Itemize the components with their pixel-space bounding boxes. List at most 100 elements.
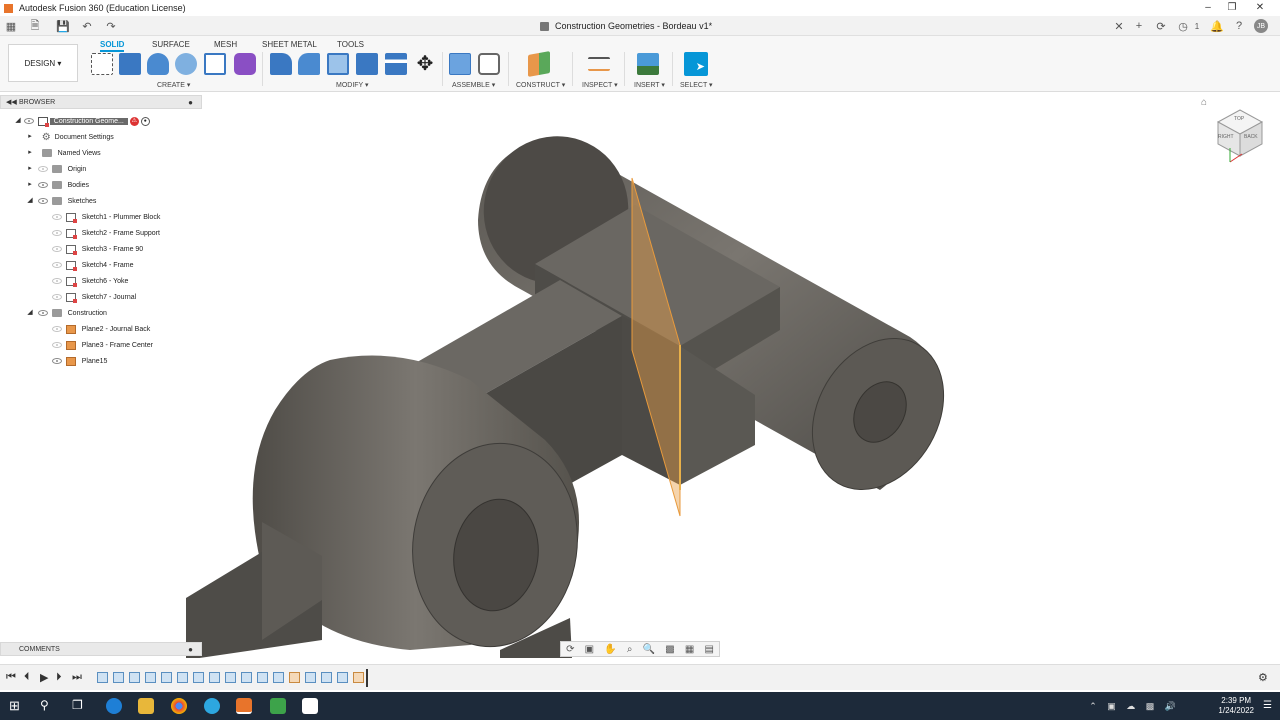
activate-radio-icon[interactable]: ● — [140, 116, 150, 126]
tab-solid[interactable]: SOLID — [100, 40, 125, 52]
camtasia-icon[interactable] — [270, 698, 286, 714]
browser-item-named-views[interactable]: ▸ Named Views — [26, 146, 101, 160]
pan-icon[interactable]: ✋ — [604, 644, 616, 655]
combine-icon[interactable] — [356, 53, 378, 75]
browser-item-sketches[interactable]: ◢ Sketches — [26, 194, 96, 208]
tab-surface[interactable]: SURFACE — [152, 40, 190, 49]
tab-sheet-metal[interactable]: SHEET METAL — [262, 40, 317, 49]
timeline-feature[interactable] — [193, 672, 204, 683]
timeline-play-icon[interactable]: ▶ — [40, 671, 48, 684]
clock[interactable]: 2:39 PM 1/24/2022 — [1218, 696, 1254, 716]
timeline-feature[interactable] — [145, 672, 156, 683]
timeline-feature[interactable] — [129, 672, 140, 683]
tab-tools[interactable]: TOOLS — [337, 40, 364, 49]
new-component-icon[interactable] — [449, 53, 471, 75]
user-avatar[interactable]: JB — [1254, 19, 1268, 33]
fusion-360-taskbar-icon[interactable] — [236, 698, 252, 714]
collapse-browser-icon[interactable]: ◀◀ — [6, 98, 17, 106]
browser-root[interactable]: ◢ Construction Geome... ⚠ ● — [14, 114, 150, 128]
timeline-feature[interactable] — [321, 672, 332, 683]
online-status-icon[interactable]: ⟳ — [1154, 19, 1168, 33]
visibility-eye-icon[interactable] — [37, 198, 48, 204]
tab-mesh[interactable]: MESH — [214, 40, 237, 49]
timeline-forward-icon[interactable]: ⏵ — [56, 671, 62, 684]
browser-item-origin[interactable]: ▸ Origin — [26, 162, 86, 176]
expand-icon[interactable]: ▸ — [26, 181, 34, 189]
root-component-label[interactable]: Construction Geome... — [49, 117, 128, 125]
grid-settings-icon[interactable]: ▦ — [685, 644, 694, 655]
edge-icon[interactable] — [204, 698, 220, 714]
measure-icon[interactable] — [588, 57, 610, 71]
insert-image-icon[interactable] — [637, 53, 659, 75]
new-tab-icon[interactable]: + — [1132, 19, 1146, 33]
sketch-item[interactable]: Sketch3 - Frame 90 — [52, 242, 143, 256]
create-group-label[interactable]: CREATE ▾ — [157, 81, 190, 89]
orbit-icon[interactable]: ⟳ — [566, 644, 574, 655]
viewcube-right-label[interactable]: RIGHT — [1218, 134, 1234, 140]
sketch-item[interactable]: Sketch4 - Frame — [52, 258, 133, 272]
select-group-label[interactable]: SELECT ▾ — [680, 81, 713, 89]
collapse-icon[interactable]: ◢ — [26, 309, 34, 317]
close-button[interactable]: ✕ — [1248, 0, 1272, 16]
collapse-icon[interactable]: ◢ — [26, 197, 34, 205]
visibility-eye-icon[interactable] — [52, 358, 62, 364]
file-menu-icon[interactable]: 🗎 — [28, 19, 42, 33]
timeline-feature[interactable] — [305, 672, 316, 683]
sketch-item[interactable]: Sketch1 - Plummer Block — [52, 210, 160, 224]
task-view-icon[interactable]: ❐ — [72, 698, 83, 712]
sketch-item[interactable]: Sketch7 - Journal — [52, 290, 136, 304]
visibility-eye-icon[interactable] — [37, 310, 48, 316]
search-icon[interactable]: ⚲ — [40, 698, 49, 712]
assemble-group-label[interactable]: ASSEMBLE ▾ — [452, 81, 495, 89]
comments-panel[interactable]: COMMENTS ● — [0, 642, 202, 656]
display-settings-icon[interactable]: ▩ — [665, 644, 674, 655]
browser-header[interactable]: ◀◀ BROWSER ● — [0, 95, 202, 109]
visibility-eye-icon[interactable] — [37, 182, 48, 188]
expand-icon[interactable]: ▸ — [26, 133, 34, 141]
help-icon[interactable]: ? — [1232, 19, 1246, 33]
minimize-button[interactable]: – — [1196, 0, 1220, 16]
visibility-eye-icon[interactable] — [52, 262, 62, 268]
revolve-icon[interactable] — [147, 53, 169, 75]
visibility-eye-icon[interactable] — [23, 118, 34, 124]
fillet-icon[interactable] — [298, 53, 320, 75]
save-icon[interactable]: 💾 — [56, 19, 70, 33]
pattern-icon[interactable] — [204, 53, 226, 75]
timeline-start-icon[interactable]: ⏮ — [6, 671, 16, 684]
joint-icon[interactable] — [478, 53, 500, 75]
timeline-feature[interactable] — [337, 672, 348, 683]
visibility-eye-icon[interactable] — [52, 214, 62, 220]
split-body-icon[interactable] — [385, 53, 407, 75]
construction-item[interactable]: Plane3 - Frame Center — [52, 338, 153, 352]
timeline-marker[interactable] — [366, 669, 368, 687]
modify-group-label[interactable]: MODIFY ▾ — [336, 81, 369, 89]
redo-icon[interactable]: ↷ — [104, 19, 118, 33]
timeline-feature[interactable] — [161, 672, 172, 683]
create-form-icon[interactable] — [234, 53, 256, 75]
document-tab[interactable]: Construction Geometries - Bordeau v1* — [540, 16, 712, 36]
insert-group-label[interactable]: INSERT ▾ — [634, 81, 665, 89]
pin-icon[interactable]: ● — [188, 645, 193, 654]
timeline-feature[interactable] — [273, 672, 284, 683]
visibility-eye-icon[interactable] — [52, 230, 62, 236]
timeline-feature[interactable] — [289, 672, 300, 683]
visibility-eye-icon[interactable] — [52, 294, 62, 300]
offset-plane-icon[interactable] — [528, 51, 550, 77]
move-icon[interactable]: ✥ — [414, 53, 436, 75]
look-at-icon[interactable]: ▣ — [585, 644, 594, 655]
select-cursor-icon[interactable]: ➤ — [684, 52, 708, 76]
viewcube-top-label[interactable]: TOP — [1234, 116, 1244, 122]
construction-item[interactable]: Plane15 — [52, 354, 107, 368]
press-pull-icon[interactable] — [270, 53, 292, 75]
close-tab-icon[interactable]: ✕ — [1112, 19, 1126, 33]
file-explorer-icon[interactable] — [138, 698, 154, 714]
windows-start-icon[interactable]: ⊞ — [9, 698, 20, 714]
timeline-feature[interactable] — [97, 672, 108, 683]
browser-item-document-settings[interactable]: ▸ ⚙ Document Settings — [26, 130, 114, 144]
undo-icon[interactable]: ↶ — [80, 19, 94, 33]
visibility-eye-icon[interactable] — [37, 166, 48, 172]
viewports-icon[interactable]: ▤ — [704, 644, 713, 655]
home-view-icon[interactable]: ⌂ — [1201, 97, 1207, 108]
hole-icon[interactable] — [175, 53, 197, 75]
viewcube-back-label[interactable]: BACK — [1244, 134, 1258, 140]
